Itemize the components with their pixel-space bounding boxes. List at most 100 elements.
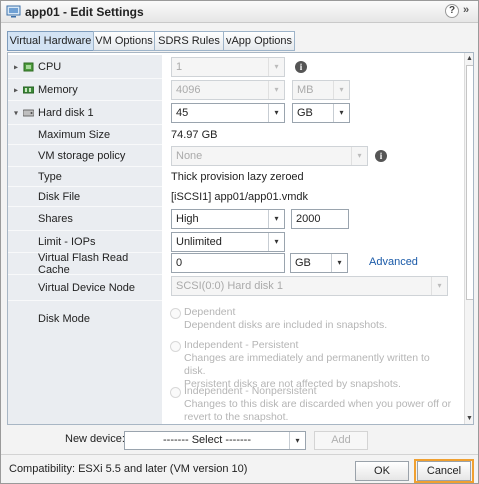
device-node-label: Virtual Device Node (38, 281, 136, 294)
new-device-select[interactable]: ------- Select ------- ▾ (124, 431, 306, 450)
dropdown-arrow-icon: ▾ (268, 81, 284, 99)
cpu-icon (23, 62, 34, 71)
radio-independent-persistent[interactable] (170, 341, 181, 352)
cpu-row: ▸ CPU 1 ▾ i (8, 55, 464, 79)
dropdown-arrow-icon: ▾ (333, 81, 349, 99)
cancel-button[interactable]: Cancel (417, 461, 471, 481)
disk-mode-options: Dependent Dependent disks are included i… (162, 301, 464, 424)
dropdown-arrow-icon: ▾ (268, 233, 284, 251)
storage-policy-value: None (176, 150, 203, 162)
limit-iops-label: Limit - IOPs (38, 235, 96, 248)
cpu-select[interactable]: 1 ▾ (171, 57, 285, 77)
option-description: Dependent disks are included in snapshot… (184, 319, 388, 331)
shares-row: Shares High ▾ 2000 (8, 207, 464, 231)
flash-cache-unit-select[interactable]: GB ▾ (290, 253, 348, 273)
hard-disk-row: ▾ Hard disk 1 45 ▾ GB ▾ (8, 101, 464, 125)
add-device-button[interactable]: Add (314, 431, 368, 450)
tab-sdrs-rules[interactable]: SDRS Rules (154, 31, 224, 51)
storage-policy-label: VM storage policy (38, 149, 126, 162)
storage-policy-row: VM storage policy None ▾ i (8, 145, 464, 167)
flash-cache-input[interactable]: 0 (171, 253, 285, 273)
option-title: Dependent (184, 306, 236, 318)
info-icon[interactable]: i (375, 150, 387, 162)
compatibility-text: Compatibility: ESXi 5.5 and later (VM ve… (9, 463, 248, 475)
shares-value: High (176, 213, 199, 225)
tab-virtual-hardware[interactable]: Virtual Hardware (7, 31, 94, 51)
disk-mode-label: Disk Mode (38, 313, 90, 325)
memory-input[interactable]: 4096 ▾ (171, 80, 285, 100)
edit-settings-dialog: app01 - Edit Settings ? » Virtual Hardwa… (0, 0, 479, 484)
disk-mode-row: Disk Mode Dependent Dependent disks are … (8, 301, 464, 424)
tab-vapp-options[interactable]: vApp Options (223, 31, 295, 51)
memory-unit: MB (297, 84, 314, 96)
dropdown-arrow-icon: ▾ (351, 147, 367, 165)
radio-independent-nonpersistent[interactable] (170, 387, 181, 398)
independent-nonpersistent-option: Independent - Nonpersistent Changes to t… (184, 385, 454, 424)
shares-number-input[interactable]: 2000 (291, 209, 349, 229)
virtual-machine-icon (6, 5, 21, 18)
hard-disk-label: Hard disk 1 (38, 106, 94, 119)
cpu-label: CPU (38, 60, 62, 73)
expand-arrow-icon[interactable]: ▸ (14, 85, 18, 94)
shares-select[interactable]: High ▾ (171, 209, 285, 229)
disk-file-label: Disk File (38, 190, 81, 203)
hard-disk-unit-select[interactable]: GB ▾ (292, 103, 350, 123)
device-node-select[interactable]: SCSI(0:0) Hard disk 1 ▾ (171, 276, 448, 296)
cancel-highlight: Cancel (414, 459, 474, 483)
new-device-label: New device: (65, 433, 125, 445)
dependent-option: Dependent Dependent disks are included i… (184, 306, 454, 332)
dropdown-arrow-icon: ▾ (333, 104, 349, 122)
option-description: Changes are immediately and permanently … (184, 352, 430, 377)
option-title: Independent - Persistent (184, 339, 299, 351)
limit-iops-select[interactable]: Unlimited ▾ (171, 232, 285, 252)
memory-value: 4096 (176, 84, 201, 96)
device-node-row: Virtual Device Node SCSI(0:0) Hard disk … (8, 275, 464, 301)
limit-iops-value: Unlimited (176, 236, 222, 248)
memory-label: Memory (38, 83, 78, 96)
dialog-title: app01 - Edit Settings (25, 5, 144, 19)
vertical-scrollbar[interactable]: ▲ ▼ (464, 53, 473, 424)
maximum-size-row: Maximum Size 74.97 GB (8, 125, 464, 145)
expand-icon[interactable]: » (463, 4, 469, 16)
limit-iops-row: Limit - IOPs Unlimited ▾ (8, 231, 464, 253)
disk-file-row: Disk File [iSCSI1] app01/app01.vmdk (8, 187, 464, 207)
storage-policy-select[interactable]: None ▾ (171, 146, 368, 166)
dropdown-arrow-icon: ▾ (431, 277, 447, 295)
tab-vm-options[interactable]: VM Options (93, 31, 155, 51)
radio-dependent[interactable] (170, 308, 181, 319)
hard-disk-size-input[interactable]: 45 ▾ (171, 103, 285, 123)
option-title: Independent - Nonpersistent (184, 385, 317, 397)
memory-row: ▸ Memory 4096 ▾ MB ▾ (8, 79, 464, 101)
hard-disk-icon (23, 109, 34, 116)
dropdown-arrow-icon: ▾ (268, 104, 284, 122)
scrollbar-thumb[interactable] (466, 65, 473, 300)
scroll-up-icon[interactable]: ▲ (466, 55, 473, 62)
option-description: Changes to this disk are discarded when … (184, 398, 452, 410)
advanced-link[interactable]: Advanced (369, 256, 418, 268)
memory-icon (23, 86, 34, 93)
device-node-value: SCSI(0:0) Hard disk 1 (176, 280, 283, 292)
type-row: Type Thick provision lazy zeroed (8, 167, 464, 187)
type-label: Type (38, 170, 62, 183)
hard-disk-unit: GB (297, 107, 313, 119)
independent-persistent-option: Independent - Persistent Changes are imm… (184, 339, 454, 391)
dropdown-arrow-icon: ▾ (331, 254, 347, 272)
flash-cache-label: Virtual Flash Read Cache (38, 251, 129, 276)
help-icon[interactable]: ? (445, 4, 459, 18)
scroll-down-icon[interactable]: ▼ (466, 415, 473, 422)
expand-arrow-icon[interactable]: ▸ (14, 62, 18, 71)
hard-disk-size-value: 45 (176, 107, 189, 119)
dropdown-arrow-icon: ▾ (268, 58, 284, 76)
title-bar: app01 - Edit Settings ? » (1, 1, 478, 23)
flash-cache-unit: GB (295, 257, 311, 269)
flash-cache-row: Virtual Flash Read Cache 0 GB ▾ Advanced (8, 251, 464, 276)
maximum-size-label: Maximum Size (38, 128, 111, 141)
collapse-arrow-icon[interactable]: ▾ (14, 108, 18, 117)
dropdown-arrow-icon: ▾ (268, 210, 284, 228)
ok-button[interactable]: OK (355, 461, 409, 481)
option-description: revert to the snapshot. (184, 411, 289, 423)
memory-unit-select[interactable]: MB ▾ (292, 80, 350, 100)
disk-file-value: [iSCSI1] app01/app01.vmdk (171, 191, 308, 203)
new-device-value: ------- Select ------- (163, 434, 251, 446)
info-icon[interactable]: i (295, 61, 307, 73)
